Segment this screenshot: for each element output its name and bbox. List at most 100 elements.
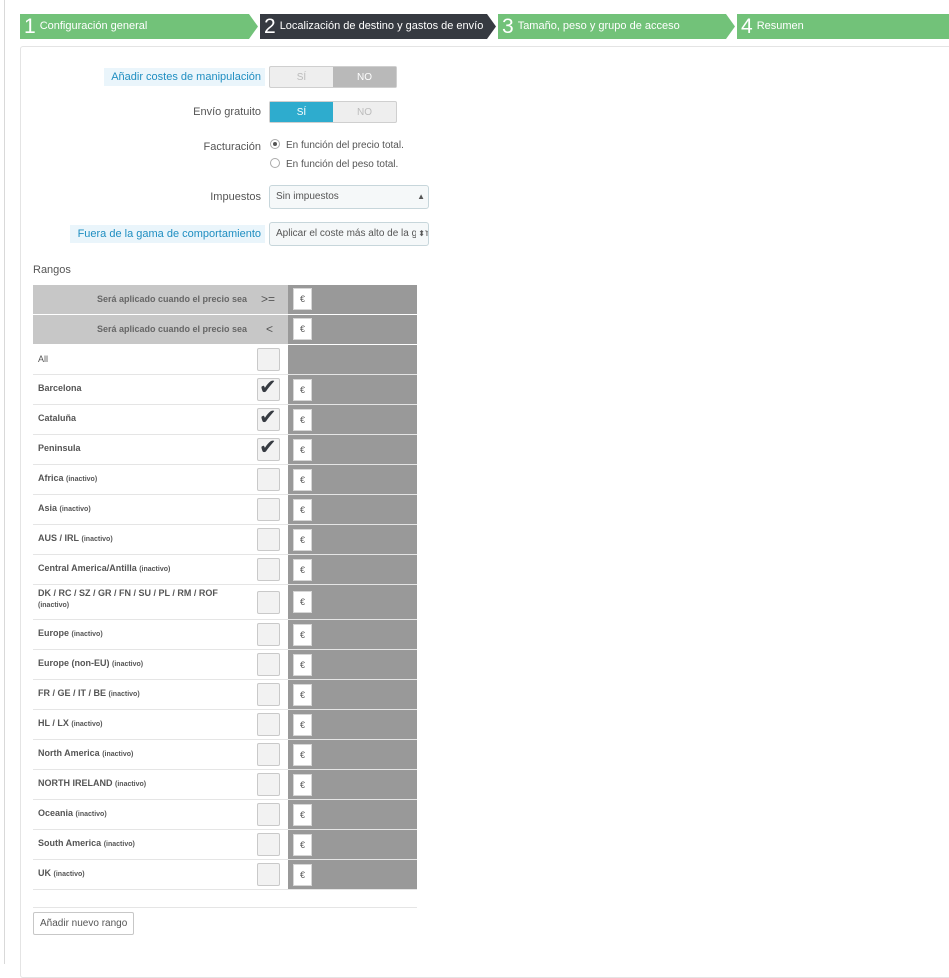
zone-checkbox[interactable]: [257, 435, 280, 461]
price-cell: €: [288, 680, 417, 709]
price-cell: [288, 345, 417, 374]
zone-price-input[interactable]: €: [293, 774, 312, 796]
zone-checkbox[interactable]: [257, 558, 280, 581]
zone-label: Peninsula: [38, 443, 248, 454]
price-cell: €: [288, 830, 417, 859]
free-shipping-label: Envío gratuito: [193, 106, 261, 118]
zone-name: FR / GE / IT / BE: [38, 688, 107, 698]
zone-label: DK / RC / SZ / GR / FN / SU / PL / RM / …: [38, 588, 248, 611]
step-number: 3: [502, 15, 514, 38]
taxes-select[interactable]: Sin impuestos ▲: [269, 185, 429, 209]
zone-price-input[interactable]: €: [293, 684, 312, 706]
add-range-button[interactable]: Añadir nuevo rango: [33, 912, 135, 935]
zone-checkbox[interactable]: [257, 591, 280, 614]
zone-price-input[interactable]: €: [293, 379, 312, 401]
zone-label: AUS / IRL (inactivo): [38, 533, 248, 545]
handling-yes-option[interactable]: SÍ: [270, 67, 333, 87]
zone-label: Africa (inactivo): [38, 473, 248, 485]
zone-price-input[interactable]: €: [293, 714, 312, 736]
zone-row: Europe (non-EU) (inactivo) €: [33, 650, 417, 680]
wizard-step-1[interactable]: 1 Configuración general: [20, 14, 258, 39]
zone-checkbox-all[interactable]: [257, 348, 280, 371]
zone-price-input[interactable]: €: [293, 469, 312, 491]
zone-name: Africa: [38, 473, 64, 483]
step-label: Resumen: [756, 20, 804, 32]
zone-price-input[interactable]: €: [293, 864, 312, 886]
zone-price-input[interactable]: €: [293, 409, 312, 431]
zone-checkbox[interactable]: [257, 803, 280, 826]
price-cell: €: [288, 770, 417, 799]
zone-price-input[interactable]: €: [293, 499, 312, 521]
zone-checkbox[interactable]: [257, 528, 280, 551]
zone-row: Barcelona €: [33, 375, 417, 405]
zone-name: Europe (non-EU): [38, 658, 110, 668]
taxes-label: Impuestos: [210, 191, 261, 203]
ranges-title: Rangos: [33, 264, 71, 276]
zone-row: Central America/Antilla (inactivo) €: [33, 555, 417, 585]
range-header-operator: <: [266, 322, 274, 336]
zone-label: Central America/Antilla (inactivo): [38, 563, 248, 575]
out-of-range-select-value: Aplicar el coste más alto de la gama: [276, 228, 429, 239]
price-cell: €: [288, 375, 417, 404]
step-number: 4: [741, 15, 753, 38]
price-cell: €: [288, 650, 417, 679]
zone-name: HL / LX: [38, 718, 69, 728]
zone-price-input[interactable]: €: [293, 559, 312, 581]
zone-price-input[interactable]: €: [293, 529, 312, 551]
zone-checkbox[interactable]: [257, 863, 280, 886]
zone-price-input[interactable]: €: [293, 439, 312, 461]
zone-price-input[interactable]: €: [293, 591, 312, 613]
free-shipping-yes-option[interactable]: SÍ: [270, 102, 333, 122]
radio-button[interactable]: [270, 139, 280, 149]
zone-checkbox[interactable]: [257, 713, 280, 736]
zone-checkbox[interactable]: [257, 405, 280, 431]
zone-checkbox[interactable]: [257, 623, 280, 646]
handling-switch[interactable]: SÍ NO: [269, 66, 397, 88]
inactive-tag: (inactivo): [102, 751, 134, 758]
zone-price-input[interactable]: €: [293, 834, 312, 856]
divider: [33, 907, 417, 908]
wizard-step-4[interactable]: 4 Resumen: [737, 14, 949, 39]
price-cell: €: [288, 495, 417, 524]
zone-name: Central America/Antilla: [38, 563, 137, 573]
range-from-input[interactable]: €: [293, 288, 312, 310]
radio-button[interactable]: [270, 158, 280, 168]
zone-checkbox[interactable]: [257, 743, 280, 766]
zone-checkbox[interactable]: [257, 833, 280, 856]
zone-checkbox[interactable]: [257, 375, 280, 401]
zone-price-input[interactable]: €: [293, 624, 312, 646]
step-number: 2: [264, 15, 276, 38]
zone-checkbox[interactable]: [257, 498, 280, 521]
zone-label: Oceania (inactivo): [38, 808, 248, 820]
out-of-range-label: Fuera de la gama de comportamiento: [70, 225, 265, 243]
zone-checkbox[interactable]: [257, 773, 280, 796]
zone-row: Asia (inactivo) €: [33, 495, 417, 525]
free-shipping-switch[interactable]: SÍ NO: [269, 101, 397, 123]
handling-no-option[interactable]: NO: [333, 67, 396, 87]
ranges-table: Será aplicado cuando el precio sea >= € …: [33, 285, 417, 890]
billing-option-weight[interactable]: En función del peso total.: [270, 158, 398, 172]
zone-checkbox[interactable]: [257, 468, 280, 491]
zone-price-input[interactable]: €: [293, 804, 312, 826]
zone-row: South America (inactivo) €: [33, 830, 417, 860]
wizard-step-2[interactable]: 2 Localización de destino y gastos de env…: [260, 14, 496, 39]
zone-checkbox[interactable]: [257, 683, 280, 706]
step-label: Localización de destino y gastos de enví…: [279, 20, 484, 32]
page: 1 Configuración general 2 Localización de …: [0, 0, 949, 978]
range-header-ge: Será aplicado cuando el precio sea >= €: [33, 285, 417, 314]
range-header-operator: >=: [261, 292, 276, 306]
out-of-range-select[interactable]: Aplicar el coste más alto de la gama ⬍: [269, 222, 429, 246]
inactive-tag: (inactivo): [71, 631, 103, 638]
zone-name: UK: [38, 868, 51, 878]
billing-option-price[interactable]: En función del precio total.: [270, 139, 404, 153]
free-shipping-no-option[interactable]: NO: [333, 102, 396, 122]
zone-label: Europe (non-EU) (inactivo): [38, 658, 248, 670]
price-cell: €: [288, 710, 417, 739]
zone-price-input[interactable]: €: [293, 654, 312, 676]
wizard-step-3[interactable]: 3 Tamaño, peso y grupo de acceso: [498, 14, 735, 39]
range-to-input[interactable]: €: [293, 318, 312, 340]
inactive-tag: (inactivo): [103, 841, 135, 848]
zone-checkbox[interactable]: [257, 653, 280, 676]
zone-price-input[interactable]: €: [293, 744, 312, 766]
inactive-tag: (inactivo): [59, 506, 91, 513]
